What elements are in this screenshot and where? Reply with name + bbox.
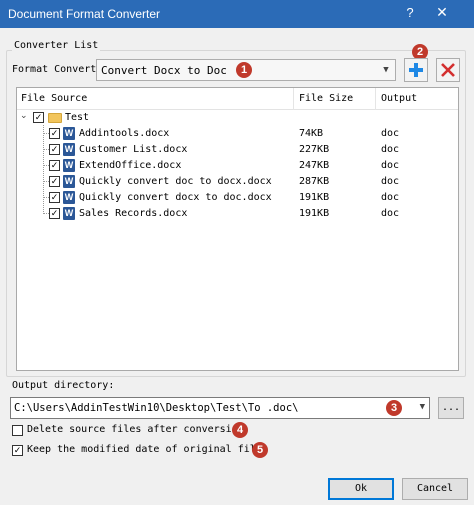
- table-row[interactable]: ✓ W ExtendOffice.docx 247KB doc: [17, 158, 458, 174]
- file-size: 247KB: [299, 160, 330, 171]
- word-document-icon: W: [63, 127, 75, 140]
- word-document-icon: W: [63, 159, 75, 172]
- file-size: 191KB: [299, 192, 330, 203]
- callout-badge-4: 4: [232, 422, 248, 438]
- chevron-down-icon: ▼: [419, 402, 425, 412]
- word-document-icon: W: [63, 143, 75, 156]
- file-size: 191KB: [299, 208, 330, 219]
- callout-badge-3: 3: [386, 400, 402, 416]
- file-list-table[interactable]: File Source File Size Output ⌄ ✓ Test ✓ …: [16, 87, 459, 371]
- file-output: doc: [381, 176, 400, 187]
- output-directory-label: Output directory:: [12, 380, 115, 391]
- chevron-down-icon: ▼: [383, 65, 389, 75]
- cancel-button[interactable]: Cancel: [402, 478, 468, 500]
- table-row[interactable]: ✓ W Sales Records.docx 191KB doc: [17, 206, 458, 222]
- delete-source-label: Delete source files after conversion: [27, 424, 244, 435]
- column-header-file-source[interactable]: File Source: [21, 93, 87, 104]
- add-converter-button[interactable]: [404, 58, 428, 82]
- callout-badge-1: 1: [236, 62, 252, 78]
- row-checkbox[interactable]: ✓: [49, 128, 60, 139]
- file-output: doc: [381, 128, 400, 139]
- file-output: doc: [381, 208, 400, 219]
- file-name: Quickly convert doc to docx.docx: [79, 176, 272, 187]
- column-header-output[interactable]: Output: [381, 93, 417, 104]
- output-directory-select[interactable]: C:\Users\AddinTestWin10\Desktop\Test\To …: [10, 397, 430, 419]
- word-document-icon: W: [63, 191, 75, 204]
- row-checkbox[interactable]: ✓: [49, 160, 60, 171]
- table-header: File Source File Size Output: [17, 88, 458, 110]
- title-bar: Document Format Converter ? ✕: [0, 0, 474, 28]
- word-document-icon: W: [63, 175, 75, 188]
- file-size: 287KB: [299, 176, 330, 187]
- remove-converter-button[interactable]: [436, 58, 460, 82]
- file-name: Addintools.docx: [79, 128, 170, 139]
- folder-icon: [48, 113, 62, 123]
- callout-badge-5: 5: [252, 442, 268, 458]
- close-button[interactable]: ✕: [430, 4, 454, 24]
- file-output: doc: [381, 192, 400, 203]
- table-row[interactable]: ✓ W Quickly convert doc to docx.docx 287…: [17, 174, 458, 190]
- plus-icon: [409, 63, 423, 77]
- table-row[interactable]: ✓ W Quickly convert docx to doc.docx 191…: [17, 190, 458, 206]
- file-size: 74KB: [299, 128, 324, 139]
- format-convert-value: Convert Docx to Doc: [101, 64, 227, 77]
- row-checkbox[interactable]: ✓: [49, 144, 60, 155]
- folder-checkbox[interactable]: ✓: [33, 112, 44, 123]
- x-icon: [441, 63, 455, 77]
- column-header-file-size[interactable]: File Size: [299, 93, 353, 104]
- format-convert-label: Format Convert: [12, 64, 97, 75]
- row-checkbox[interactable]: ✓: [49, 208, 60, 219]
- table-row[interactable]: ✓ W Addintools.docx 74KB doc: [17, 126, 458, 142]
- file-size: 227KB: [299, 144, 330, 155]
- keep-date-label: Keep the modified date of original files: [27, 444, 268, 455]
- table-row[interactable]: ✓ W Customer List.docx 227KB doc: [17, 142, 458, 158]
- file-name: ExtendOffice.docx: [79, 160, 182, 171]
- file-name: Quickly convert docx to doc.docx: [79, 192, 272, 203]
- column-divider: [293, 88, 294, 110]
- file-output: doc: [381, 160, 400, 171]
- word-document-icon: W: [63, 207, 75, 220]
- folder-name: Test: [65, 112, 90, 123]
- browse-button[interactable]: ...: [438, 397, 464, 419]
- row-checkbox[interactable]: ✓: [49, 176, 60, 187]
- collapse-chevron-icon[interactable]: ⌄: [20, 111, 28, 121]
- delete-source-checkbox[interactable]: [12, 425, 23, 436]
- ok-button[interactable]: Ok: [328, 478, 394, 500]
- keep-date-checkbox[interactable]: ✓: [12, 445, 23, 456]
- folder-row[interactable]: ⌄ ✓ Test: [17, 110, 458, 126]
- row-checkbox[interactable]: ✓: [49, 192, 60, 203]
- output-directory-value: C:\Users\AddinTestWin10\Desktop\Test\To …: [14, 402, 299, 414]
- window-title: Document Format Converter: [8, 7, 161, 21]
- file-output: doc: [381, 144, 400, 155]
- converter-list-label: Converter List: [12, 40, 101, 51]
- column-divider: [375, 88, 376, 110]
- file-name: Customer List.docx: [79, 144, 188, 155]
- help-button[interactable]: ?: [398, 5, 422, 23]
- file-name: Sales Records.docx: [79, 208, 188, 219]
